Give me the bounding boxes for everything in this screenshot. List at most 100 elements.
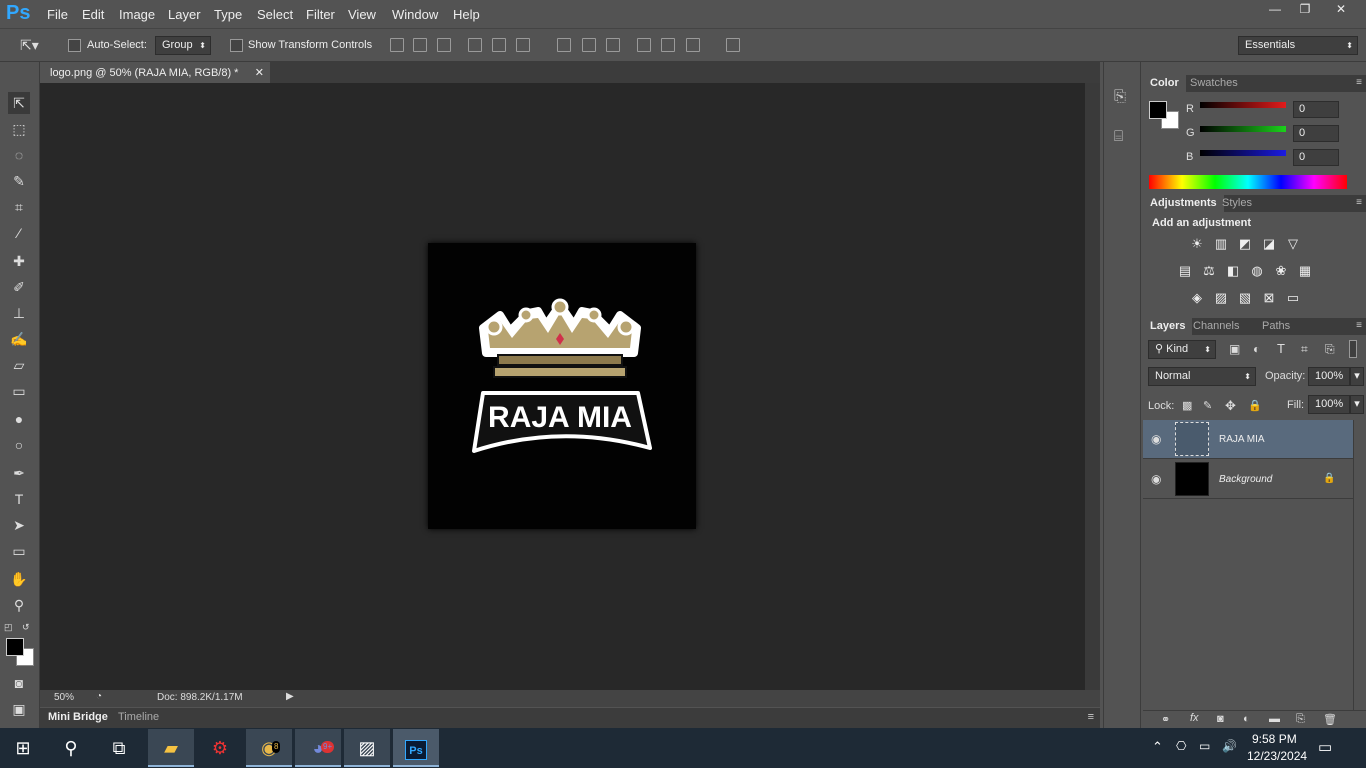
restore-button[interactable]: ❐ <box>1288 0 1322 18</box>
menu-type[interactable]: Type <box>214 7 242 22</box>
foreground-color-swatch[interactable] <box>1149 101 1167 119</box>
filter-type-icon[interactable]: T <box>1277 341 1285 356</box>
red-slider[interactable] <box>1200 102 1286 108</box>
document-canvas[interactable]: RAJA MIA <box>428 243 696 529</box>
color-spectrum[interactable] <box>1149 175 1347 189</box>
filter-toggle[interactable] <box>1349 340 1357 358</box>
layer-row-background[interactable]: ◉ Background 🔒 <box>1143 460 1353 499</box>
layer-style-icon[interactable]: fx <box>1190 712 1199 724</box>
path-selection-tool-icon[interactable]: ➤ <box>8 514 30 536</box>
brush-tool-icon[interactable]: ✐ <box>8 276 30 298</box>
eyedropper-tool-icon[interactable]: ⁄ <box>8 222 30 244</box>
layer-name[interactable]: RAJA MIA <box>1219 434 1265 445</box>
zoom-tool-icon[interactable]: ⚲ <box>8 594 30 616</box>
blue-slider[interactable] <box>1200 150 1286 156</box>
tab-color[interactable]: Color <box>1143 75 1186 92</box>
close-tab-icon[interactable]: ✕ <box>255 66 264 79</box>
tab-adjustments[interactable]: Adjustments <box>1143 195 1224 212</box>
opacity-dropdown-arrow-icon[interactable]: ▾ <box>1350 367 1364 386</box>
rectangle-tool-icon[interactable]: ▭ <box>8 540 30 562</box>
red-value[interactable]: 0 <box>1293 101 1339 118</box>
dodge-tool-icon[interactable]: ○ <box>8 434 30 456</box>
threshold-icon[interactable]: ▧ <box>1237 291 1253 305</box>
brightness-icon[interactable]: ☀ <box>1189 237 1205 251</box>
align-vcenter-icon[interactable] <box>413 38 427 52</box>
blend-mode-dropdown[interactable]: Normal ⬍ <box>1148 367 1256 386</box>
show-hidden-icons-icon[interactable]: ⌃ <box>1152 739 1163 755</box>
foreground-color-swatch[interactable] <box>6 638 24 656</box>
tray-app-icon[interactable]: ⎔ <box>1176 739 1186 753</box>
history-brush-tool-icon[interactable]: ✍ <box>8 328 30 350</box>
clone-stamp-tool-icon[interactable]: ⊥ <box>8 302 30 324</box>
default-colors-icon[interactable]: ◰ <box>4 622 13 633</box>
move-tool-preset-icon[interactable]: ⇱▾ <box>20 37 39 54</box>
quick-mask-icon[interactable]: ◙ <box>8 672 30 694</box>
blur-tool-icon[interactable]: ● <box>8 408 30 430</box>
hand-tool-icon[interactable]: ✋ <box>8 568 30 590</box>
lock-position-icon[interactable]: ✥ <box>1225 398 1236 414</box>
distribute-left-icon[interactable] <box>637 38 651 52</box>
visibility-eye-icon[interactable]: ◉ <box>1151 432 1161 446</box>
visibility-eye-icon[interactable]: ◉ <box>1151 472 1161 486</box>
search-icon[interactable]: ⚲ <box>48 729 94 767</box>
hue-saturation-icon[interactable]: ▤ <box>1177 264 1193 278</box>
layer-row-raja-mia[interactable]: ◉ RAJA MIA <box>1143 420 1353 459</box>
gradient-map-icon[interactable]: ▭ <box>1285 291 1301 305</box>
workspace-dropdown[interactable]: Essentials ⬍ <box>1238 36 1358 55</box>
filter-kind-dropdown[interactable]: ⚲ Kind ⬍ <box>1148 340 1216 359</box>
filter-adjustment-icon[interactable]: ◐ <box>1253 342 1260 356</box>
healing-brush-tool-icon[interactable]: ✚ <box>8 250 30 272</box>
exposure-icon[interactable]: ◪ <box>1261 237 1277 251</box>
auto-select-checkbox[interactable] <box>68 39 81 52</box>
pen-tool-icon[interactable]: ✒ <box>8 462 30 484</box>
minimize-button[interactable]: — <box>1258 0 1292 18</box>
delete-layer-icon[interactable]: 🗑 <box>1323 713 1337 726</box>
distribute-vcenter-icon[interactable] <box>582 38 596 52</box>
zoom-level[interactable]: 50% <box>54 692 74 703</box>
tab-timeline[interactable]: Timeline <box>118 711 159 723</box>
screen-mode-icon[interactable]: ▣ <box>8 698 30 720</box>
swap-colors-icon[interactable]: ↺ <box>22 622 30 633</box>
eraser-tool-icon[interactable]: ▱ <box>8 354 30 376</box>
distribute-top-icon[interactable] <box>557 38 571 52</box>
link-layers-icon[interactable]: ⚭ <box>1161 713 1170 726</box>
panel-menu-icon[interactable]: ≡ <box>1356 197 1362 208</box>
properties-panel-icon[interactable]: ⌸ <box>1114 128 1123 145</box>
tab-mini-bridge[interactable]: Mini Bridge <box>48 711 108 723</box>
curves-icon[interactable]: ◩ <box>1237 237 1253 251</box>
panel-menu-icon[interactable]: ≡ <box>1356 77 1362 88</box>
move-tool-icon[interactable]: ⇱ <box>8 92 30 114</box>
task-view-icon[interactable]: ⧉ <box>96 729 142 767</box>
filter-smart-object-icon[interactable]: ⎘ <box>1325 342 1335 357</box>
filter-shape-icon[interactable]: ⌗ <box>1301 342 1308 357</box>
file-explorer-icon[interactable]: ▰ <box>148 729 194 767</box>
channel-mixer-icon[interactable]: ❀ <box>1273 264 1289 278</box>
game-app-icon[interactable]: ⚙ <box>197 729 243 767</box>
add-mask-icon[interactable]: ◙ <box>1217 713 1224 725</box>
clock-time[interactable]: 9:58 PM <box>1252 732 1297 746</box>
opacity-field[interactable]: 100% <box>1308 367 1350 386</box>
black-white-icon[interactable]: ◧ <box>1225 264 1241 278</box>
status-info-icon[interactable]: ◔ <box>96 691 102 702</box>
menu-select[interactable]: Select <box>257 7 293 22</box>
show-transform-checkbox[interactable] <box>230 39 243 52</box>
menu-file[interactable]: File <box>47 7 68 22</box>
distribute-right-icon[interactable] <box>686 38 700 52</box>
selective-color-icon[interactable]: ⊠ <box>1261 291 1277 305</box>
photoshop-taskbar-icon[interactable]: Ps <box>393 729 439 767</box>
align-top-icon[interactable] <box>390 38 404 52</box>
photo-filter-icon[interactable]: ◍ <box>1249 264 1265 278</box>
menu-filter[interactable]: Filter <box>306 7 335 22</box>
panel-menu-icon[interactable]: ≡ <box>1356 320 1362 331</box>
filter-pixel-icon[interactable]: ▣ <box>1229 342 1240 356</box>
status-menu-arrow-icon[interactable]: ▶ <box>286 691 294 702</box>
marquee-tool-icon[interactable]: ⬚ <box>8 118 30 140</box>
fill-field[interactable]: 100% <box>1308 395 1350 414</box>
discord-icon[interactable]: ◕ 9+ <box>295 729 341 767</box>
layers-scrollbar[interactable] <box>1353 420 1366 710</box>
new-layer-icon[interactable]: ⎘ <box>1296 713 1305 726</box>
chrome-icon[interactable]: ◉ 8 <box>246 729 292 767</box>
lock-transparency-icon[interactable]: ▩ <box>1182 399 1192 412</box>
quick-select-tool-icon[interactable]: ✎ <box>8 170 30 192</box>
panel-menu-icon[interactable]: ≡ <box>1088 711 1094 723</box>
